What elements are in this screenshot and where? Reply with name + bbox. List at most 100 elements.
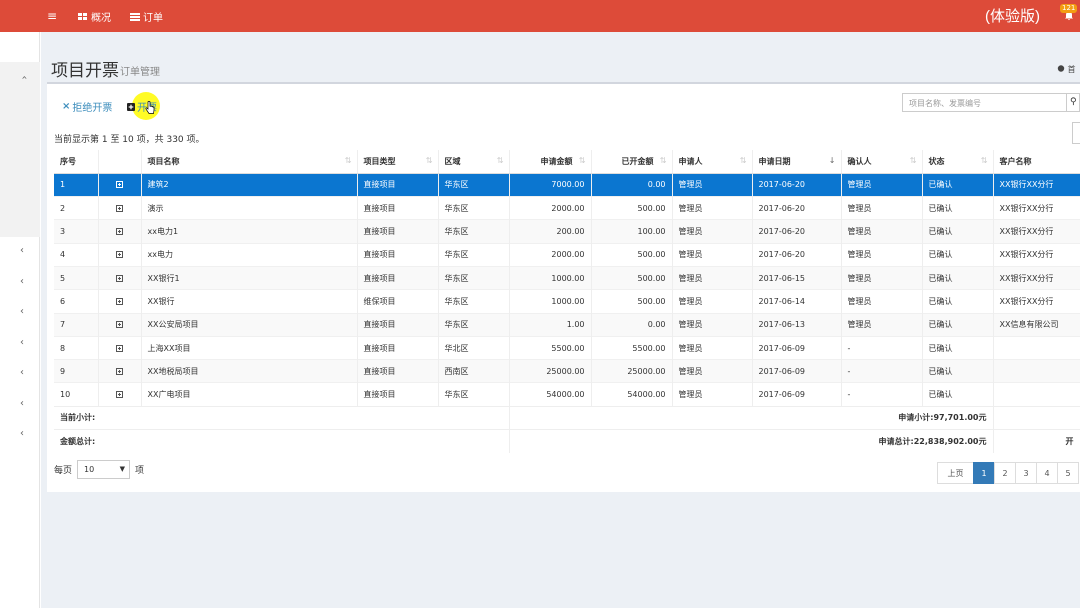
cell-applicant: 管理员 bbox=[672, 382, 753, 407]
chevron-left-icon[interactable]: ‹ bbox=[20, 367, 24, 378]
expand-icon[interactable] bbox=[116, 321, 123, 329]
cell-date: 2017-06-20 bbox=[752, 242, 842, 267]
table-row[interactable]: 1 建筑2 直接项目 华东区 7000.00 0.00 管理员 2017-06-20 管理员 已确… bbox=[54, 172, 1080, 197]
table-row[interactable]: 5 XX银行1 直接项目 华东区 1000.00 500.00 管理员 2017-06-15 管… bbox=[54, 265, 1080, 290]
cell-apply: 2000.00 bbox=[509, 196, 592, 220]
hamburger-menu-icon[interactable]: ≡ bbox=[47, 9, 57, 23]
expand-row-cell bbox=[98, 242, 142, 267]
page-button[interactable]: 5 bbox=[1057, 462, 1079, 484]
subtotal-value: 申请小计:97,701.00元 bbox=[509, 405, 994, 430]
table-header-row: 序号 项目名称 ⇅ 项目类型 ⇅ 区域 ⇅ 申请金额 ⇅ 已开金额 ⇅ 申请人 ⇅ 申请日期… bbox=[54, 150, 1080, 174]
cell-type: 直接项目 bbox=[357, 219, 439, 244]
cell-region: 华东区 bbox=[438, 382, 510, 407]
expand-icon[interactable] bbox=[116, 228, 123, 236]
expand-icon[interactable] bbox=[116, 344, 123, 352]
expand-icon[interactable] bbox=[116, 251, 123, 259]
page-size-select[interactable]: 10 ▼ bbox=[77, 460, 131, 479]
cell-done: 0.00 bbox=[591, 312, 673, 337]
table-row[interactable]: 7 XX公安局项目 直接项目 华东区 1.00 0.00 管理员 2017-06-13 管理员已… bbox=[54, 312, 1080, 337]
col-header[interactable]: 客户名称 bbox=[993, 150, 1080, 174]
cell-no: 4 bbox=[54, 242, 99, 267]
cell-done: 500.00 bbox=[591, 242, 673, 267]
cell-date: 2017-06-14 bbox=[752, 289, 842, 314]
cell-region: 华东区 bbox=[438, 265, 510, 290]
cell-applicant: 管理员 bbox=[672, 196, 753, 220]
col-header[interactable]: 确认人 ⇅ bbox=[841, 150, 923, 174]
expand-row-cell bbox=[98, 172, 142, 197]
grid-icon bbox=[78, 12, 88, 21]
close-icon: × bbox=[62, 101, 71, 112]
expand-row-cell bbox=[98, 289, 142, 314]
cell-applicant: 管理员 bbox=[672, 219, 753, 244]
prev-page-button[interactable]: 上页 bbox=[937, 462, 974, 484]
col-header[interactable]: 项目名称 ⇅ bbox=[141, 150, 358, 174]
notification-badge: 121 bbox=[1060, 4, 1078, 13]
col-header[interactable]: 序号 bbox=[54, 150, 99, 174]
col-header[interactable]: 项目类型 ⇅ bbox=[357, 150, 439, 174]
page-button[interactable]: 4 bbox=[1036, 462, 1058, 484]
chevron-down-icon[interactable]: ‹ bbox=[19, 76, 30, 80]
cell-type: 维保项目 bbox=[357, 289, 439, 314]
reject-invoice-button[interactable]: × 拒绝开票 bbox=[62, 99, 112, 114]
expand-icon[interactable] bbox=[116, 391, 123, 399]
col-header[interactable]: 区域 ⇅ bbox=[438, 150, 510, 174]
cell-status: 已确认 bbox=[922, 196, 994, 220]
col-header[interactable]: 申请日期 ↓ bbox=[752, 150, 842, 174]
column-toggle-button[interactable] bbox=[1072, 122, 1080, 144]
table-row[interactable]: 8 上海XX项目 直接项目 华北区 5500.00 5500.00 管理员 2017-06-0… bbox=[54, 335, 1080, 360]
dashboard-icon bbox=[1057, 65, 1065, 72]
cell-date: 2017-06-13 bbox=[752, 312, 842, 337]
table-info: 当前显示第 1 至 10 项，共 330 项。 bbox=[54, 135, 205, 145]
expand-icon[interactable] bbox=[116, 297, 123, 305]
cell-applicant: 管理员 bbox=[672, 265, 753, 290]
expand-icon[interactable] bbox=[116, 367, 123, 375]
table-row[interactable]: 10 XX广电项目 直接项目 华东区 54000.00 54000.00 管理员 2017-0… bbox=[54, 382, 1080, 407]
cell-name: XX地税局项目 bbox=[141, 359, 358, 383]
cell-status: 已确认 bbox=[922, 219, 994, 244]
cell-region: 华东区 bbox=[438, 289, 510, 314]
table-row[interactable]: 2 演示 直接项目 华东区 2000.00 500.00 管理员 2017-06-20 管理员已… bbox=[54, 196, 1080, 220]
chevron-left-icon[interactable]: ‹ bbox=[20, 398, 24, 409]
page-button[interactable]: 2 bbox=[994, 462, 1016, 484]
cell-name: XX广电项目 bbox=[141, 382, 358, 407]
cell-status: 已确认 bbox=[922, 312, 994, 337]
content-area: 项目开票 订单管理 首 × 拒绝开票 开票 项目名称、发票编号 ⚲ 当前显示第 … bbox=[41, 32, 1080, 608]
cell-done: 500.00 bbox=[591, 265, 673, 290]
cell-region: 西南区 bbox=[438, 359, 510, 383]
chevron-left-icon[interactable]: ‹ bbox=[20, 337, 24, 348]
cell-confirmer: 管理员 bbox=[841, 312, 923, 337]
search-icon[interactable]: ⚲ bbox=[1067, 93, 1080, 112]
nav-overview[interactable]: 概况 bbox=[78, 9, 111, 24]
col-header[interactable]: 申请金额 ⇅ bbox=[509, 150, 592, 174]
chevron-left-icon[interactable]: ‹ bbox=[20, 276, 24, 287]
cell-name: 上海XX项目 bbox=[141, 335, 358, 360]
nav-orders[interactable]: 订单 bbox=[130, 9, 163, 24]
cell-customer: XX银行XX分行 bbox=[993, 219, 1080, 244]
expand-icon[interactable] bbox=[116, 204, 123, 212]
col-header[interactable]: 状态 ⇅ bbox=[922, 150, 994, 174]
page-button[interactable]: 1 bbox=[973, 462, 995, 484]
breadcrumb[interactable]: 首 bbox=[1057, 64, 1076, 75]
search-input[interactable]: 项目名称、发票编号 bbox=[902, 93, 1067, 112]
chevron-left-icon[interactable]: ‹ bbox=[20, 428, 24, 439]
cell-no: 5 bbox=[54, 265, 99, 290]
table-row[interactable]: 6 XX银行 维保项目 华东区 1000.00 500.00 管理员 2017-06-14 管理… bbox=[54, 289, 1080, 314]
table-row[interactable]: 4 xx电力 直接项目 华东区 2000.00 500.00 管理员 2017-06-20 管理… bbox=[54, 242, 1080, 267]
col-header[interactable]: 已开金额 ⇅ bbox=[591, 150, 673, 174]
cell-customer: XX信息有限公司 bbox=[993, 312, 1080, 337]
chevron-left-icon[interactable]: ‹ bbox=[20, 306, 24, 317]
chevron-left-icon[interactable]: ‹ bbox=[20, 245, 24, 256]
page-button[interactable]: 3 bbox=[1015, 462, 1037, 484]
cell-status: 已确认 bbox=[922, 335, 994, 360]
table-row[interactable]: 9 XX地税局项目 直接项目 西南区 25000.00 25000.00 管理员 2017-0… bbox=[54, 359, 1080, 383]
col-header[interactable]: 申请人 ⇅ bbox=[672, 150, 753, 174]
expand-icon[interactable] bbox=[116, 274, 123, 282]
expand-icon[interactable] bbox=[116, 181, 123, 189]
cell-name: XX银行1 bbox=[141, 265, 358, 290]
cell-date: 2017-06-15 bbox=[752, 265, 842, 290]
table-row[interactable]: 3 xx电力1 直接项目 华东区 200.00 100.00 管理员 2017-06-20 管理… bbox=[54, 219, 1080, 244]
subtotal-row: 当前小计: 申请小计:97,701.00元 bbox=[54, 405, 1080, 430]
cell-done: 500.00 bbox=[591, 196, 673, 220]
cell-applicant: 管理员 bbox=[672, 242, 753, 267]
cell-no: 7 bbox=[54, 312, 99, 337]
